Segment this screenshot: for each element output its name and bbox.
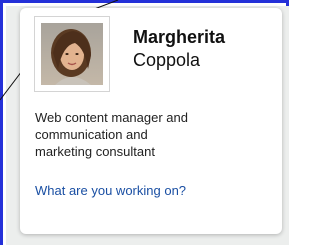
headline-line: communication and <box>35 127 148 142</box>
profile-headline: Web content manager and communication an… <box>35 109 271 160</box>
headline-line: marketing consultant <box>35 144 155 159</box>
profile-last-name[interactable]: Coppola <box>133 50 200 71</box>
profile-photo-frame[interactable] <box>34 16 110 92</box>
profile-first-name[interactable]: Margherita <box>133 27 225 48</box>
headline-line: Web content manager and <box>35 110 188 125</box>
status-update-link[interactable]: What are you working on? <box>35 183 186 198</box>
profile-photo <box>41 23 103 85</box>
